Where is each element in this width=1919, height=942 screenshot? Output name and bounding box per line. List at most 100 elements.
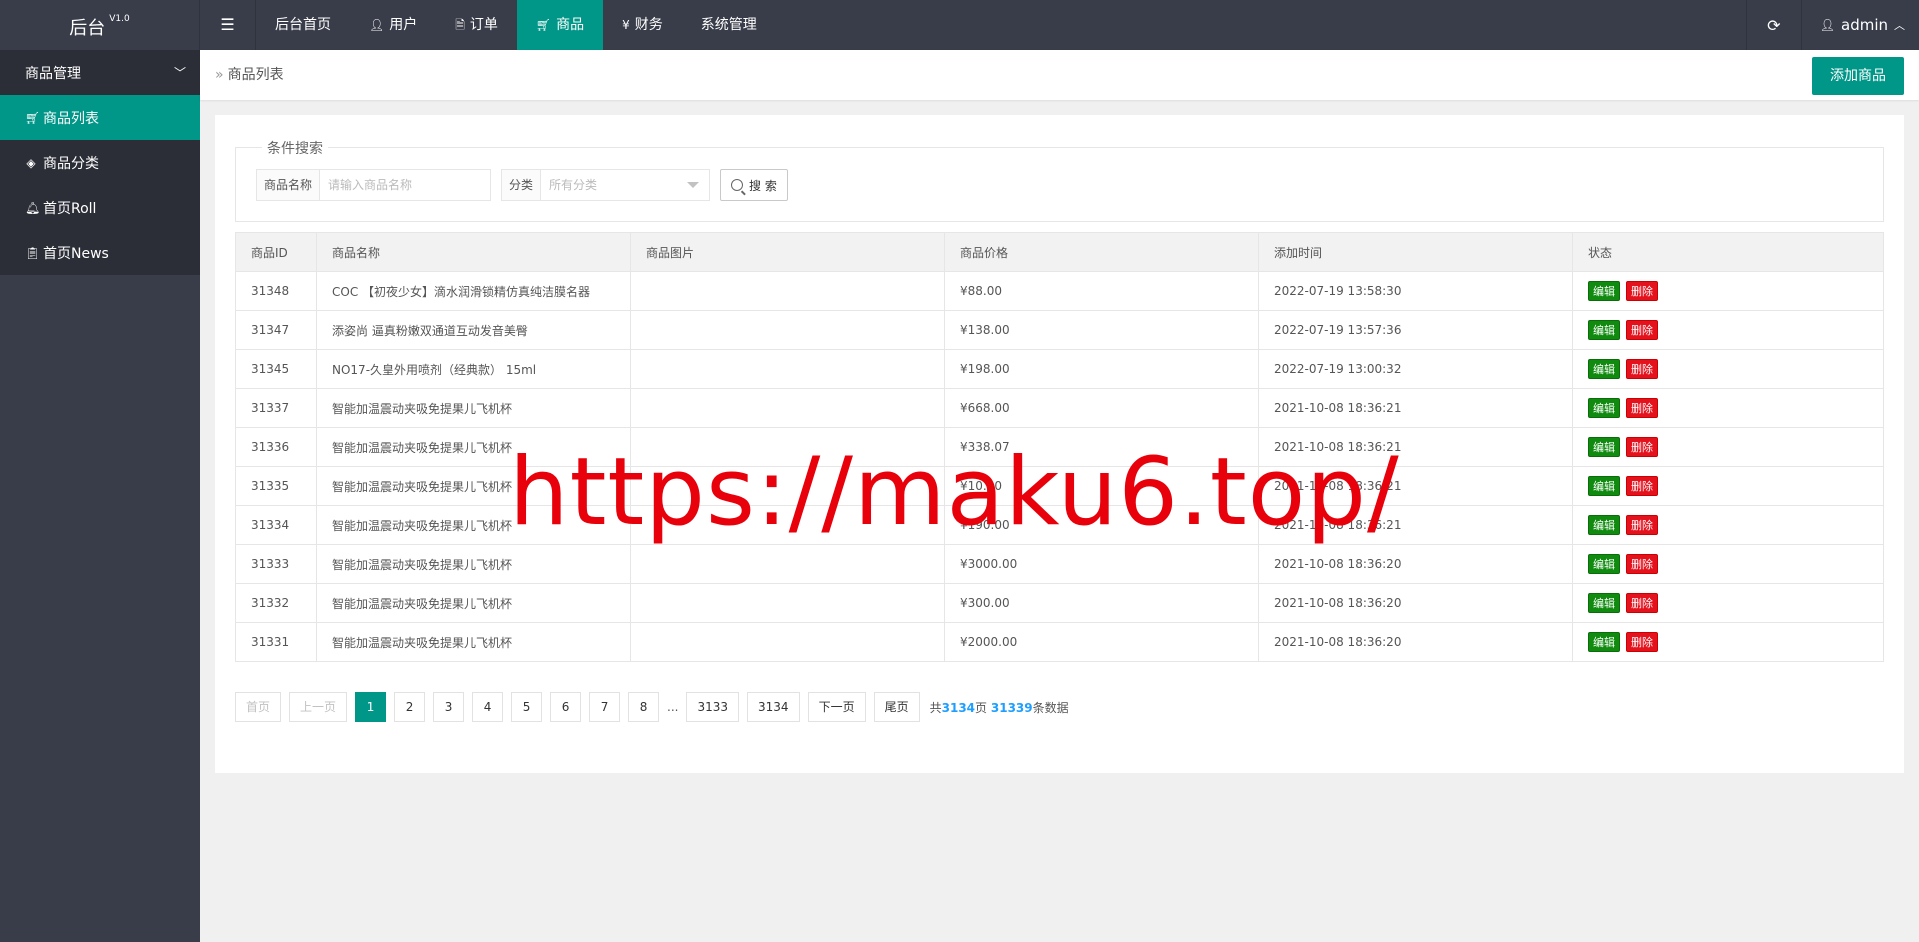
sidebar-item-home-news[interactable]: 📋︎ 首页News xyxy=(0,230,200,275)
cell-time: 2021-10-08 18:36:20 xyxy=(1258,544,1573,584)
product-name-input[interactable]: 请输入商品名称 xyxy=(320,170,490,200)
page-3[interactable]: 3 xyxy=(433,692,465,722)
page-5[interactable]: 5 xyxy=(511,692,543,722)
version-badge: V1.0 xyxy=(109,14,130,24)
nav-label: 订单 xyxy=(469,17,498,33)
cell-image xyxy=(630,310,945,350)
header-name[interactable]: 商品名称 xyxy=(316,232,631,272)
delete-button[interactable]: 删除 xyxy=(1626,320,1658,340)
delete-button[interactable]: 删除 xyxy=(1626,359,1658,379)
main-nav: ☰ 后台首页 👤︎ 用户 🗎 订单 🛒︎ 商品 ¥ 财务 系统管理 xyxy=(200,0,776,50)
cell-id: 31336 xyxy=(235,427,317,467)
nav-products[interactable]: 🛒︎ 商品 xyxy=(516,0,604,50)
table-row: 31348 COC 【初夜少女】滴水润滑锁精仿真纯洁膜名器 ¥88.00 2022-0… xyxy=(235,271,1884,311)
cell-id: 31348 xyxy=(235,271,317,311)
top-navbar: 后台 V1.0 ☰ 后台首页 👤︎ 用户 🗎 订单 🛒︎ 商品 ¥ 财务 系统管理 ⟳ 👤… xyxy=(0,0,1919,50)
page-last[interactable]: 尾页 xyxy=(873,692,920,722)
search-button[interactable]: 搜 索 xyxy=(720,169,788,201)
category-select[interactable]: 所有分类 xyxy=(541,170,709,200)
cell-price: ¥300.00 xyxy=(944,583,1259,623)
cell-time: 2021-10-08 18:36:20 xyxy=(1258,583,1573,623)
edit-button[interactable]: 编辑 xyxy=(1588,437,1620,457)
cell-name: 智能加温震动夹吸免提果儿飞机杯 xyxy=(316,583,631,623)
delete-button[interactable]: 删除 xyxy=(1626,515,1658,535)
sidebar-group-products[interactable]: 商品管理 ﹀ xyxy=(0,50,200,95)
page-info-records-suffix: 条数据 xyxy=(1032,700,1069,715)
page-3134[interactable]: 3134 xyxy=(747,692,800,722)
cell-id: 31347 xyxy=(235,310,317,350)
nav-label: 用户 xyxy=(389,17,418,33)
edit-button[interactable]: 编辑 xyxy=(1588,554,1620,574)
page-info: 共3134页 31339条数据 xyxy=(930,699,1069,716)
cell-id: 31335 xyxy=(235,466,317,506)
user-menu[interactable]: 👤︎ admin ︿ xyxy=(1800,0,1919,50)
page-first[interactable]: 首页 xyxy=(235,692,282,722)
nav-finance[interactable]: ¥ 财务 xyxy=(603,0,682,50)
page-6[interactable]: 6 xyxy=(550,692,582,722)
edit-button[interactable]: 编辑 xyxy=(1588,398,1620,418)
header-price[interactable]: 商品价格 xyxy=(944,232,1259,272)
delete-button[interactable]: 删除 xyxy=(1626,398,1658,418)
nav-orders[interactable]: 🗎 订单 xyxy=(436,0,517,50)
delete-button[interactable]: 删除 xyxy=(1626,281,1658,301)
sidebar-item-label: 商品列表 xyxy=(43,110,99,127)
logo[interactable]: 后台 V1.0 xyxy=(0,0,200,50)
delete-button[interactable]: 删除 xyxy=(1626,476,1658,496)
delete-button[interactable]: 删除 xyxy=(1626,437,1658,457)
cell-status: 编辑 删除 xyxy=(1572,583,1884,623)
clipboard-icon: 📋︎ xyxy=(25,245,41,260)
sidebar: 商品管理 ﹀ 🛒︎ 商品列表 ◈ 商品分类 🔔︎ 首页Roll 📋︎ 首页News xyxy=(0,50,200,942)
edit-button[interactable]: 编辑 xyxy=(1588,359,1620,379)
page-7[interactable]: 7 xyxy=(589,692,621,722)
header-time[interactable]: 添加时间 xyxy=(1258,232,1573,272)
page-3133[interactable]: 3133 xyxy=(686,692,740,722)
delete-button[interactable]: 删除 xyxy=(1626,632,1658,652)
cell-name: COC 【初夜少女】滴水润滑锁精仿真纯洁膜名器 xyxy=(316,271,631,311)
add-product-button[interactable]: 添加商品 xyxy=(1812,57,1904,95)
table-row: 31345 NO17-久皇外用喷剂（经典款） 15ml ¥198.00 2022-07… xyxy=(235,349,1884,389)
edit-button[interactable]: 编辑 xyxy=(1588,320,1620,340)
nav-label: 系统管理 xyxy=(700,17,757,33)
page-next[interactable]: 下一页 xyxy=(807,692,866,722)
menu-toggle-button[interactable]: ☰ xyxy=(200,0,256,50)
page-1[interactable]: 1 xyxy=(355,692,387,722)
header-status[interactable]: 状态 xyxy=(1572,232,1884,272)
edit-button[interactable]: 编辑 xyxy=(1588,593,1620,613)
chevron-down-icon: ﹀ xyxy=(173,66,186,80)
sidebar-item-product-category[interactable]: ◈ 商品分类 xyxy=(0,140,200,185)
delete-button[interactable]: 删除 xyxy=(1626,593,1658,613)
page-4[interactable]: 4 xyxy=(472,692,504,722)
cell-id: 31345 xyxy=(235,349,317,389)
edit-button[interactable]: 编辑 xyxy=(1588,281,1620,301)
cell-time: 2022-07-19 13:57:36 xyxy=(1258,310,1573,350)
product-table: 商品ID 商品名称 商品图片 商品价格 添加时间 状态 31348 COC 【初夜… xyxy=(235,232,1884,662)
category-select-value: 所有分类 xyxy=(549,178,598,192)
page-info-pages-suffix: 页 xyxy=(975,700,988,715)
header-image[interactable]: 商品图片 xyxy=(630,232,945,272)
sidebar-item-product-list[interactable]: 🛒︎ 商品列表 xyxy=(0,95,200,140)
nav-system[interactable]: 系统管理 xyxy=(682,0,776,50)
nav-home[interactable]: 后台首页 xyxy=(256,0,350,50)
cell-price: ¥3000.00 xyxy=(944,544,1259,584)
edit-button[interactable]: 编辑 xyxy=(1588,515,1620,535)
page-prev[interactable]: 上一页 xyxy=(289,692,348,722)
edit-button[interactable]: 编辑 xyxy=(1588,476,1620,496)
page-2[interactable]: 2 xyxy=(394,692,426,722)
cell-price: ¥88.00 xyxy=(944,271,1259,311)
page-8[interactable]: 8 xyxy=(628,692,660,722)
sidebar-item-home-roll[interactable]: 🔔︎ 首页Roll xyxy=(0,185,200,230)
breadcrumb-bar: » 商品列表 添加商品 xyxy=(200,50,1919,100)
category-group: 分类 所有分类 xyxy=(501,169,711,201)
cell-time: 2021-10-08 18:36:21 xyxy=(1258,388,1573,428)
refresh-button[interactable]: ⟳ xyxy=(1745,0,1801,50)
page-info-prefix: 共 xyxy=(929,700,942,715)
cell-status: 编辑 删除 xyxy=(1572,544,1884,584)
header-id[interactable]: 商品ID xyxy=(235,232,317,272)
delete-button[interactable]: 删除 xyxy=(1626,554,1658,574)
sidebar-group-label: 商品管理 xyxy=(25,65,81,82)
cell-status: 编辑 删除 xyxy=(1572,622,1884,662)
nav-label: 后台首页 xyxy=(275,17,331,33)
nav-users[interactable]: 👤︎ 用户 xyxy=(350,0,436,50)
edit-button[interactable]: 编辑 xyxy=(1588,632,1620,652)
sidebar-item-label: 商品分类 xyxy=(43,155,99,172)
